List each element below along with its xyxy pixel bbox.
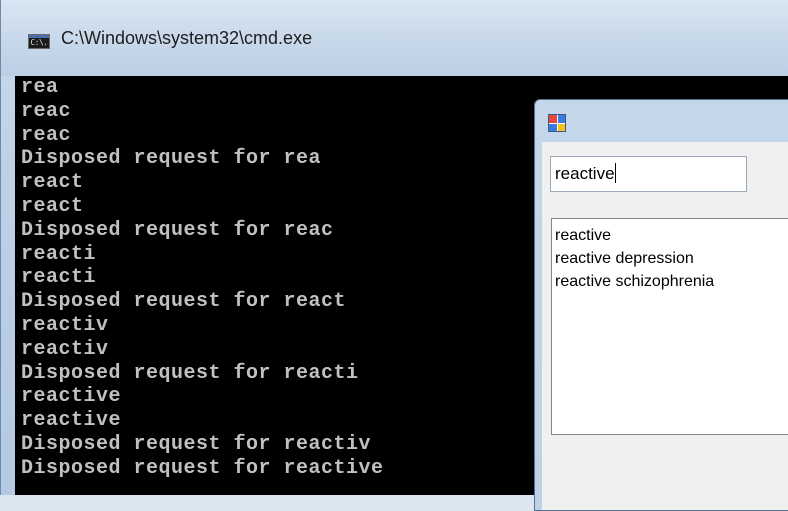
dialog-client-area: reactive reactive reactive depression re… [542, 142, 788, 510]
autocomplete-dialog: reactive reactive reactive depression re… [534, 99, 788, 511]
console-line: Disposed request for rea [21, 147, 322, 171]
console-line: reacti [21, 242, 97, 266]
cmd-icon[interactable]: C:\. [28, 34, 50, 49]
search-input-value: reactive [555, 164, 615, 183]
console-line: reactiv [21, 313, 109, 337]
console-line: reactiv [21, 337, 109, 361]
console-line: react [21, 194, 84, 218]
console-line: Disposed request for reactiv [21, 432, 372, 456]
cmd-window-title: C:\Windows\system32\cmd.exe [61, 28, 313, 48]
suggestion-item[interactable]: reactive [555, 224, 788, 247]
suggestion-list[interactable]: reactive reactive depression reactive sc… [551, 218, 788, 435]
console-line: reac [21, 123, 72, 147]
text-caret [614, 163, 616, 183]
console-line: react [21, 171, 84, 195]
winforms-app-icon[interactable] [548, 114, 566, 132]
cmd-titlebar[interactable]: C:\. C:\Windows\system32\cmd.exe [1, 0, 788, 76]
console-line: reactive [21, 409, 122, 433]
console-line: rea [21, 76, 59, 99]
console-lines: rea reac reac Disposed request for rea r… [21, 76, 384, 481]
console-line: reacti [21, 266, 97, 290]
console-line: Disposed request for reacti [21, 361, 359, 385]
console-line: Disposed request for reactive [21, 456, 384, 480]
console-line: reac [21, 99, 72, 123]
suggestion-item[interactable]: reactive depression [555, 247, 788, 270]
suggestion-item[interactable]: reactive schizophrenia [555, 270, 788, 293]
search-input[interactable]: reactive [550, 156, 747, 192]
console-line: Disposed request for react [21, 290, 347, 314]
console-line: reactive [21, 385, 122, 409]
console-line: Disposed request for reac [21, 218, 334, 242]
